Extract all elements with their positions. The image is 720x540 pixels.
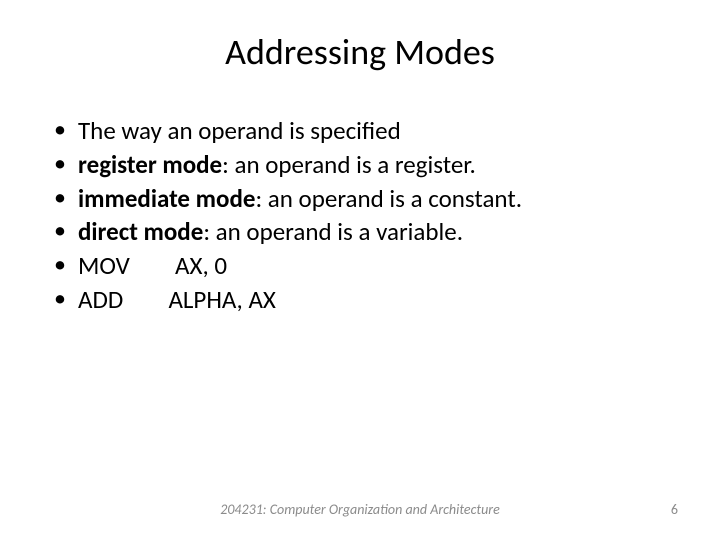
bullet-bold: immediate mode <box>78 183 255 214</box>
slide-title: Addressing Modes <box>40 30 680 74</box>
bullet-text: ADD ALPHA, AX <box>78 284 276 315</box>
list-item: direct mode: an operand is a variable. <box>50 215 680 249</box>
footer-text: 204231: Computer Organization and Archit… <box>220 501 500 518</box>
bullet-text: : an operand is a register. <box>222 149 476 180</box>
bullet-bold: direct mode <box>78 216 203 247</box>
list-item: The way an operand is specified <box>50 114 680 148</box>
list-item: MOV AX, 0 <box>50 249 680 283</box>
page-number: 6 <box>671 501 678 518</box>
bullet-text: : an operand is a variable. <box>203 216 463 247</box>
bullet-text: The way an operand is specified <box>78 115 401 146</box>
list-item: register mode: an operand is a register. <box>50 148 680 182</box>
slide-content: The way an operand is specified register… <box>40 114 680 317</box>
bullet-text: MOV AX, 0 <box>78 250 227 281</box>
list-item: immediate mode: an operand is a constant… <box>50 182 680 216</box>
bullet-text: : an operand is a constant. <box>255 183 522 214</box>
slide-footer: 204231: Computer Organization and Archit… <box>0 501 720 518</box>
bullet-bold: register mode <box>78 149 222 180</box>
bullet-list: The way an operand is specified register… <box>50 114 680 317</box>
list-item: ADD ALPHA, AX <box>50 283 680 317</box>
slide-container: Addressing Modes The way an operand is s… <box>0 0 720 540</box>
